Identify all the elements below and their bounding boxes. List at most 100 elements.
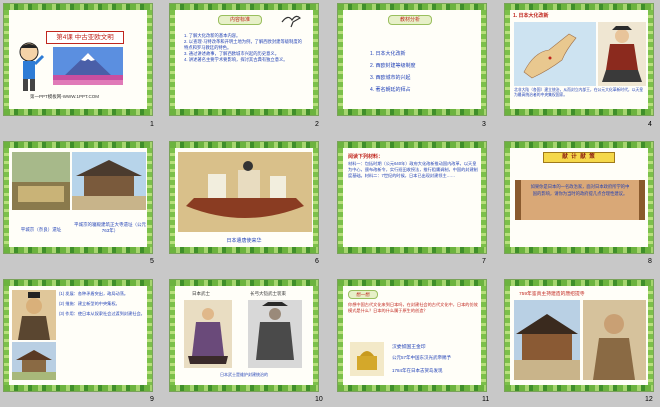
- slide-heading: 1. 日本大化改新: [513, 13, 549, 19]
- image-label: 日本武士: [192, 291, 210, 296]
- leaf-border: [481, 148, 486, 247]
- japan-map-image: [514, 22, 596, 86]
- seal-origin: 公元57年中国东汉光武帝赐予: [392, 355, 452, 360]
- leaf-border: [170, 148, 175, 247]
- list-item: 1. 日本大化改新: [370, 51, 406, 57]
- leaf-border: [313, 286, 318, 385]
- leaf-border: [338, 280, 486, 286]
- mount-fuji-image: [53, 47, 123, 85]
- leaf-border: [505, 142, 653, 148]
- leaf-border: [338, 109, 486, 115]
- image-caption: 平城京的寝殿建筑正大寺遗址（公元763年）: [74, 222, 146, 233]
- slide-heading: 阅读下列材料：: [348, 154, 384, 160]
- leaf-border: [4, 10, 9, 109]
- slide-thumbnail-2[interactable]: 内容标准 1. 了解大化改新的基本内容。 2. 以查理·马特改革和开明土地为例，…: [169, 3, 319, 116]
- leaf-border: [505, 10, 510, 109]
- scroll-panel: 如果你是日本的一名政治家，面对日本政府所学的中国的影响，请你为当时的政府提几点合…: [515, 180, 645, 220]
- list-item: 4. 著名朝廷的拜占: [370, 87, 411, 93]
- leaf-border: [170, 4, 318, 10]
- leaf-border: [147, 10, 152, 109]
- leaf-border: [170, 247, 318, 253]
- leaf-border: [313, 148, 318, 247]
- temple-image: [12, 342, 56, 380]
- slide-thumbnail-4[interactable]: 1. 日本大化改新 北非大陆（各国）建立统治，从而封立内部王，在公元大化革新时代…: [504, 3, 654, 116]
- prince-shotoku-portrait: [12, 290, 56, 340]
- slide-number: 7: [482, 258, 486, 265]
- leaf-border: [338, 286, 343, 385]
- leaf-border: [505, 4, 653, 10]
- list-item: (3) 作用：使日本从奴隶社会过渡到封建社会。: [59, 311, 145, 316]
- leaf-border: [481, 286, 486, 385]
- gold-seal-image: [350, 342, 384, 376]
- site-credit: 第一PPT模板网-WWW.1PPT.COM: [30, 94, 99, 99]
- todaiji-temple-image: [72, 152, 146, 210]
- crane-bird-icon: [281, 15, 301, 28]
- image-caption: 平城京（奈良）遗址: [20, 227, 62, 232]
- slide-number: 1: [150, 121, 154, 128]
- leaf-border: [4, 109, 152, 115]
- leaf-border: [338, 10, 343, 109]
- leaf-border: [4, 286, 9, 385]
- leaf-border: [505, 385, 653, 391]
- leaf-border: [338, 247, 486, 253]
- leaf-border: [170, 142, 318, 148]
- leaf-border: [648, 148, 653, 247]
- slide-thumbnail-3[interactable]: 教材分析 1. 日本大化改新 2. 西欧封建等级制度 3. 西欧城市的兴起 4.…: [337, 3, 487, 116]
- slide-thumbnail-12[interactable]: 759年鉴真主持建造的唐招提寺: [504, 279, 654, 392]
- leaf-border: [505, 109, 653, 115]
- image-caption: 日本武士是维护封建统治的: [220, 372, 268, 377]
- leaf-border: [147, 148, 152, 247]
- slide-thumbnail-10[interactable]: 日本武士 长弓大铠武士装束 日本武士是维护封建统治的: [169, 279, 319, 392]
- list-item: 3. 西欧城市的兴起: [370, 75, 411, 81]
- scroll-text: 如果你是日本的一名政治家，面对日本政府所学的中国的影响，请你为当时的政府提几点合…: [530, 184, 630, 196]
- slide-thumbnail-11[interactable]: 想一想 你想中国古代文化来到日本吗，在封建社会的古代文化中，日本的仿效模式是什么…: [337, 279, 487, 392]
- leaf-border: [170, 109, 318, 115]
- leaf-border: [4, 142, 152, 148]
- leaf-border: [147, 286, 152, 385]
- leaf-border: [648, 286, 653, 385]
- leaf-border: [505, 286, 510, 385]
- armored-samurai-image: [248, 300, 302, 368]
- slide-number: 11: [482, 396, 490, 403]
- toshodaiji-temple-image: [514, 300, 580, 380]
- discussion-question: 你想中国古代文化来到日本吗，在封建社会的古代文化中，日本的仿效模式是什么？日本的…: [348, 302, 478, 313]
- leaf-border: [4, 4, 152, 10]
- leaf-border: [4, 247, 152, 253]
- slide-thumbnail-9[interactable]: (1) 发展：各种矛盾突出，政局动荡。 (2) 措施：建立新型的中央集权。 (3…: [3, 279, 153, 392]
- slide-number: 10: [315, 396, 323, 403]
- slide-thumbnail-1[interactable]: 第4课 中古亚欧文明 第一PPT模板网-WWW.1PPT.COM: [3, 3, 153, 116]
- slide-thumbnail-5[interactable]: 平城京（奈良）遗址 平城京的寝殿建筑正大寺遗址（公元763年）: [3, 141, 153, 254]
- leaf-border: [505, 148, 510, 247]
- samurai-warrior-image: [598, 22, 646, 86]
- image-caption: 日本遣唐使来华: [226, 238, 262, 244]
- leaf-border: [170, 10, 175, 109]
- topics-list: 1. 日本大化改新 2. 西欧封建等级制度 3. 西欧城市的兴起 4. 著名朝廷…: [370, 48, 470, 96]
- leaf-border: [4, 148, 9, 247]
- slide-number: 2: [315, 121, 319, 128]
- slide-number: 5: [150, 258, 154, 265]
- leaf-border: [170, 385, 318, 391]
- leaf-border: [505, 280, 653, 286]
- reading-material: 材料一：包括时期（公元640年）政府大化改新推动国内改革，以天皇为中心，颁布改新…: [348, 161, 478, 179]
- list-item: 2. 西欧封建等级制度: [370, 63, 416, 69]
- envoy-ship-painting: [178, 152, 312, 232]
- slide-heading: 759年鉴真主持建造的唐招提寺: [519, 292, 585, 297]
- leaf-border: [481, 10, 486, 109]
- seal-name: 汉委奴国王金印: [392, 345, 426, 350]
- slide-title: 第4课 中古亚欧文明: [46, 31, 124, 44]
- ganjin-statue-image: [583, 300, 646, 380]
- section-banner: 献 计 献 策: [543, 152, 615, 163]
- slide-thumbnail-8[interactable]: 献 计 献 策 如果你是日本的一名政治家，面对日本政府所学的中国的影响，请你为当…: [504, 141, 654, 254]
- samurai-image: [184, 300, 232, 368]
- slide-thumbnail-6[interactable]: 日本遣唐使来华: [169, 141, 319, 254]
- leaf-border: [4, 385, 152, 391]
- list-item: (2) 措施：建立新型的中央集权。: [59, 301, 120, 306]
- reform-points: (1) 发展：各种矛盾突出，政局动荡。 (2) 措施：建立新型的中央集权。 (3…: [59, 291, 145, 317]
- section-banner: 想一想: [348, 290, 378, 299]
- slide-number: 3: [482, 121, 486, 128]
- slide-thumbnail-7[interactable]: 阅读下列材料： 材料一：包括时期（公元640年）政府大化改新推动国内改革，以天皇…: [337, 141, 487, 254]
- objectives-list: 1. 了解大化改新的基本内容。 2. 以查理·马特改革和开明土地为例，了解西欧封…: [184, 33, 306, 63]
- cartoon-boy-icon: [19, 42, 45, 91]
- list-item: (1) 发展：各种矛盾突出，政局动荡。: [59, 291, 129, 296]
- map-caption: 北非大陆（各国）建立统治，从而封立内部王，在公元大化革新时代，以天皇为最高统治者…: [514, 88, 644, 97]
